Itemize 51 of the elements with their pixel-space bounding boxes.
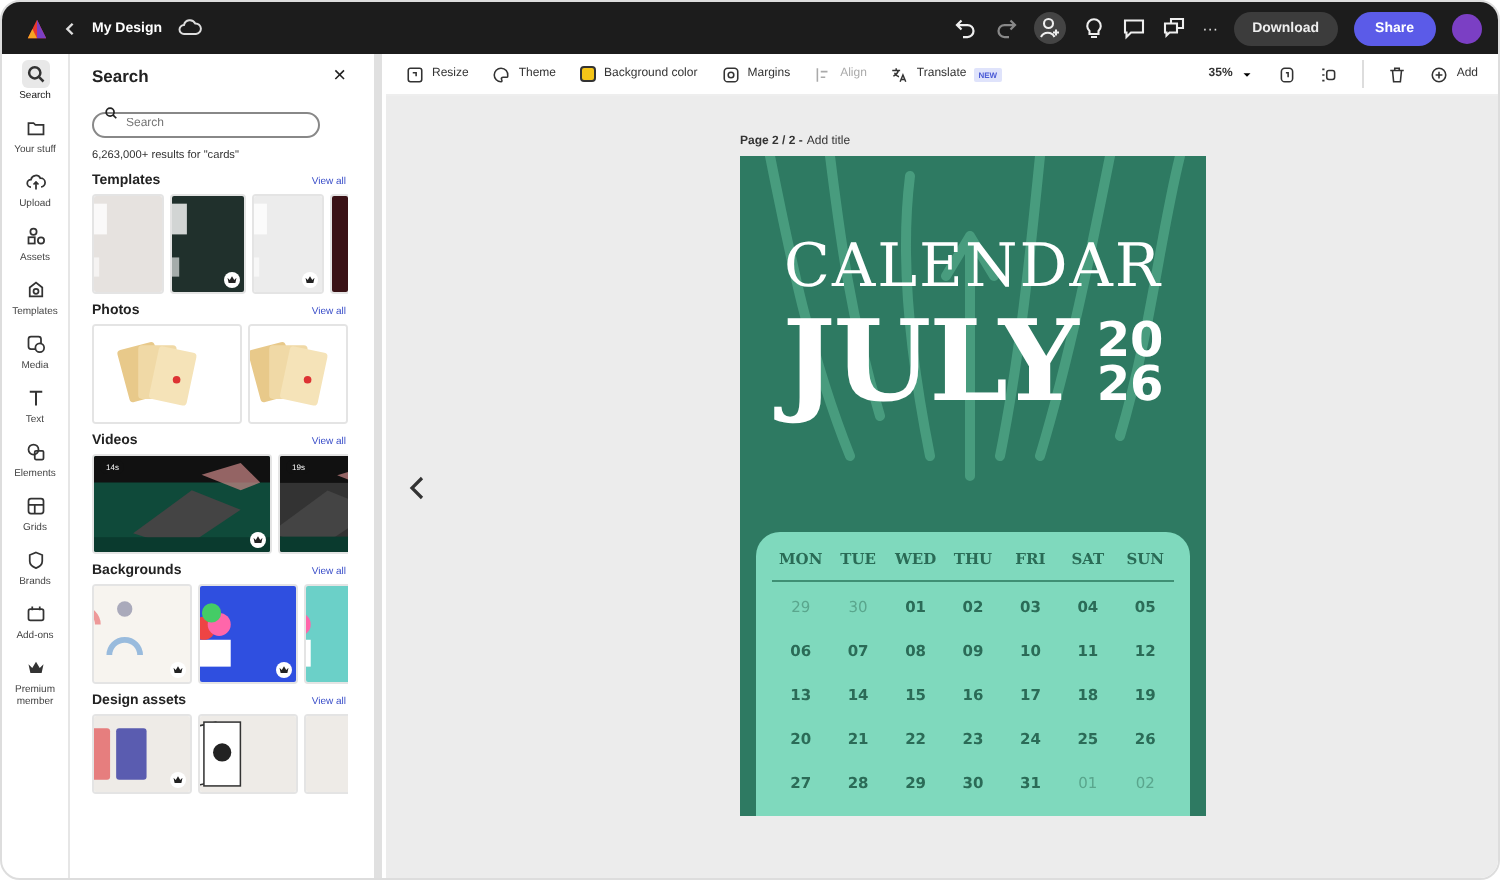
thumbnail[interactable] xyxy=(248,324,348,424)
caret-icon xyxy=(1240,67,1255,81)
logo-icon[interactable] xyxy=(26,17,48,39)
plus-circle-icon xyxy=(1430,65,1449,83)
crown-icon xyxy=(25,658,45,678)
thumbnail[interactable] xyxy=(330,194,348,294)
cloud-icon[interactable] xyxy=(178,16,203,40)
trash-icon[interactable] xyxy=(1388,65,1407,83)
lightbulb-icon[interactable] xyxy=(1082,16,1107,40)
chat-icon[interactable] xyxy=(1162,16,1187,40)
redo-icon[interactable] xyxy=(994,16,1019,40)
thumbnail[interactable] xyxy=(252,194,324,294)
avatar[interactable] xyxy=(1452,13,1482,43)
translate-icon xyxy=(890,65,909,83)
thumbnail[interactable] xyxy=(92,584,192,684)
pages-icon[interactable] xyxy=(1278,65,1297,83)
media-icon xyxy=(25,334,45,354)
margins-icon xyxy=(721,65,740,83)
thumbnail[interactable] xyxy=(304,584,348,684)
template-icon xyxy=(25,280,45,300)
resize-icon xyxy=(406,65,424,83)
thumbnail[interactable] xyxy=(92,194,164,294)
more-button[interactable]: ··· xyxy=(1202,19,1219,37)
previous-page-icon[interactable] xyxy=(408,476,426,500)
invite-button[interactable] xyxy=(1034,12,1067,44)
thumbnail[interactable] xyxy=(198,584,298,684)
layers-icon[interactable] xyxy=(1320,65,1339,83)
folder-icon xyxy=(25,118,45,138)
grid-icon xyxy=(25,496,45,516)
shield-icon xyxy=(25,550,45,570)
elements-icon xyxy=(25,442,45,462)
calendar-box-icon xyxy=(25,604,45,624)
thumbnail[interactable] xyxy=(92,714,192,794)
upload-cloud-icon xyxy=(25,172,45,192)
close-button[interactable]: × xyxy=(333,66,346,86)
back-icon[interactable] xyxy=(64,21,76,35)
palette-icon xyxy=(492,65,511,83)
shapes-icon xyxy=(25,226,45,246)
comment-icon[interactable] xyxy=(1122,16,1147,40)
calendar-title: CALENDAR xyxy=(784,236,1162,300)
search-icon xyxy=(104,106,118,120)
search-icon xyxy=(25,64,45,84)
year-text: 26 xyxy=(1096,362,1164,406)
text-icon xyxy=(25,388,45,408)
thumbnail[interactable] xyxy=(170,194,246,294)
panel-title: Search xyxy=(92,66,149,86)
align-icon xyxy=(814,65,833,83)
thumbnail[interactable] xyxy=(198,714,298,794)
thumbnail[interactable] xyxy=(304,714,348,794)
undo-icon[interactable] xyxy=(954,16,979,40)
year-text: 20 xyxy=(1096,318,1164,362)
